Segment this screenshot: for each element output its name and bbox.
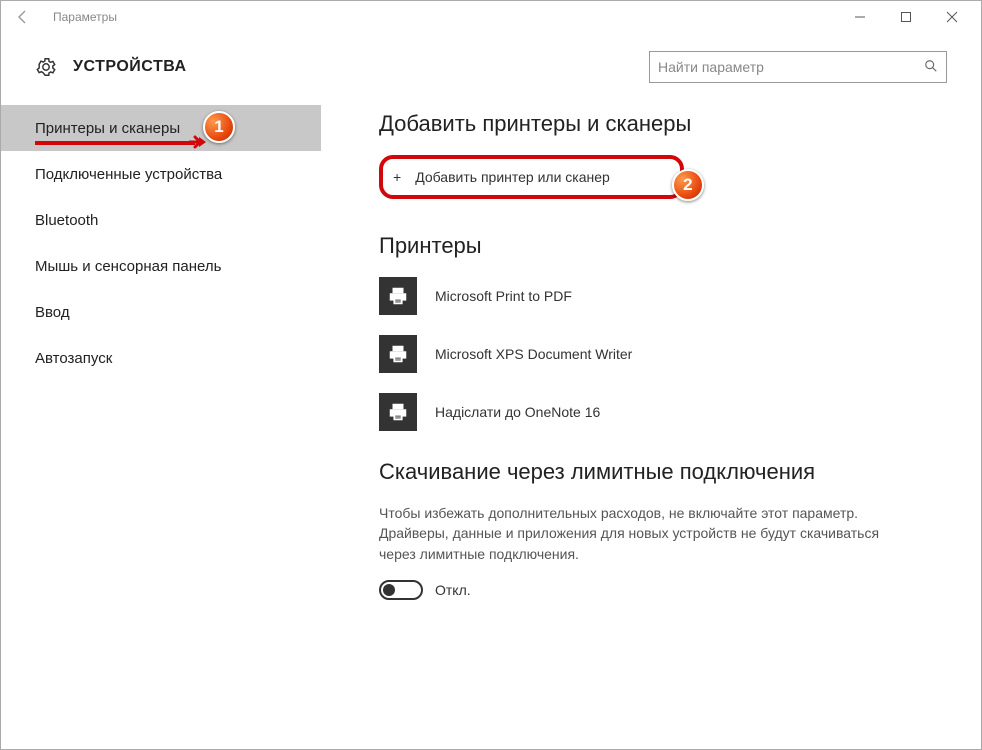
minimize-button[interactable]: [837, 1, 883, 33]
gear-icon: [35, 56, 57, 78]
annotation-badge-1: 1: [203, 111, 235, 143]
page-title: УСТРОЙСТВА: [73, 58, 187, 76]
sidebar-item-bluetooth[interactable]: Bluetooth: [1, 197, 321, 243]
sidebar-item-label: Bluetooth: [35, 212, 98, 229]
metered-toggle-row: Откл.: [379, 580, 939, 600]
maximize-button[interactable]: [883, 1, 929, 33]
add-section-heading: Добавить принтеры и сканеры: [379, 111, 939, 137]
printer-item[interactable]: Microsoft Print to PDF: [379, 277, 939, 315]
printer-icon: [379, 277, 417, 315]
header-row: УСТРОЙСТВА: [1, 33, 981, 89]
add-printer-label: Добавить принтер или сканер: [415, 169, 610, 185]
sidebar-item-typing[interactable]: Ввод: [1, 289, 321, 335]
metered-toggle-label: Откл.: [435, 582, 471, 598]
search-icon: [924, 59, 938, 76]
printer-icon: [379, 393, 417, 431]
toggle-knob: [383, 584, 395, 596]
close-button[interactable]: [929, 1, 975, 33]
printer-label: Надіслати до OneNote 16: [435, 404, 600, 420]
annotation-underline: [35, 141, 195, 145]
sidebar-item-autoplay[interactable]: Автозапуск: [1, 335, 321, 381]
sidebar-item-connected-devices[interactable]: Подключенные устройства: [1, 151, 321, 197]
sidebar: Принтеры и сканеры 1 Подключенные устрой…: [1, 105, 321, 749]
window-controls: [837, 1, 975, 33]
printer-label: Microsoft XPS Document Writer: [435, 346, 632, 362]
sidebar-item-mouse-touchpad[interactable]: Мышь и сенсорная панель: [1, 243, 321, 289]
sidebar-item-printers-scanners[interactable]: Принтеры и сканеры 1: [1, 105, 321, 151]
annotation-badge-2: 2: [672, 169, 704, 201]
plus-icon: +: [393, 169, 401, 185]
titlebar: Параметры: [1, 1, 981, 33]
content: Добавить принтеры и сканеры + Добавить п…: [321, 105, 981, 749]
body: Принтеры и сканеры 1 Подключенные устрой…: [1, 105, 981, 749]
back-button[interactable]: [7, 1, 39, 33]
sidebar-item-label: Мышь и сенсорная панель: [35, 258, 221, 275]
printer-item[interactable]: Microsoft XPS Document Writer: [379, 335, 939, 373]
window-title: Параметры: [53, 10, 117, 24]
printer-icon: [379, 335, 417, 373]
sidebar-item-label: Ввод: [35, 304, 70, 321]
metered-description: Чтобы избежать дополнительных расходов, …: [379, 503, 899, 564]
annotation-arrow-icon: [189, 135, 207, 149]
search-box[interactable]: [649, 51, 947, 83]
search-input[interactable]: [658, 59, 924, 75]
sidebar-item-label: Автозапуск: [35, 350, 112, 367]
sidebar-item-label: Принтеры и сканеры: [35, 120, 180, 137]
printer-item[interactable]: Надіслати до OneNote 16: [379, 393, 939, 431]
metered-section-heading: Скачивание через лимитные подключения: [379, 459, 939, 485]
settings-window: Параметры УСТРОЙСТВА: [0, 0, 982, 750]
printer-label: Microsoft Print to PDF: [435, 288, 572, 304]
add-printer-button[interactable]: + Добавить принтер или сканер: [379, 155, 684, 199]
metered-toggle[interactable]: [379, 580, 423, 600]
sidebar-item-label: Подключенные устройства: [35, 166, 222, 183]
printers-section-heading: Принтеры: [379, 233, 939, 259]
